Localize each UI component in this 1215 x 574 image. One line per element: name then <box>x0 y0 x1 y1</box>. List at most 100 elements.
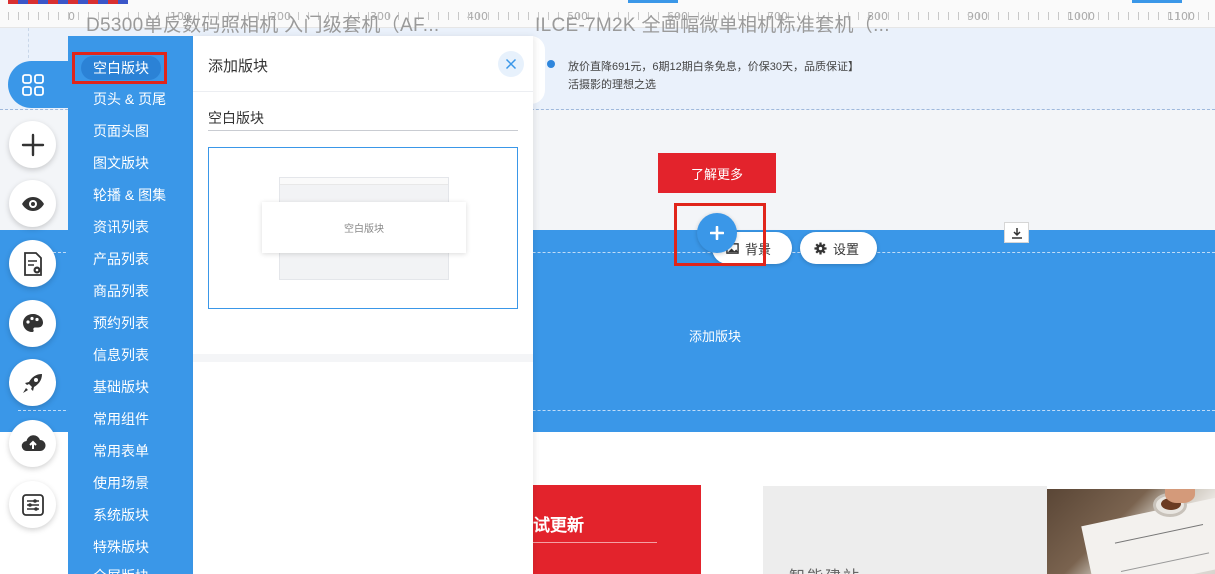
category-item-components[interactable]: 常用组件 <box>93 409 149 429</box>
ruler-tick <box>1038 12 1039 20</box>
logo-strip <box>8 0 128 4</box>
ruler-tick <box>998 12 999 20</box>
red-card-title: 试更新 <box>533 516 584 535</box>
ruler-tick <box>488 12 489 20</box>
learn-more-button[interactable]: 了解更多 <box>658 153 776 193</box>
toolbar-publish-button[interactable] <box>9 359 56 406</box>
category-item-banner[interactable]: 页面头图 <box>93 121 149 141</box>
ruler-tick <box>528 12 529 20</box>
category-item-products[interactable]: 产品列表 <box>93 249 149 269</box>
ruler-tick <box>1018 12 1019 20</box>
palette-icon <box>22 313 43 332</box>
ruler-tick <box>1008 12 1009 20</box>
product-title-1: D5300单反数码照相机 入门级套机（AF... <box>86 15 440 36</box>
download-icon <box>1011 227 1022 239</box>
add-block-placeholder[interactable]: 添加版块 <box>689 326 741 345</box>
ruler-tick <box>478 12 479 20</box>
panel-close-button[interactable] <box>498 51 524 77</box>
ruler-tick <box>458 12 459 20</box>
ruler-tick <box>898 12 899 20</box>
highlight-box-add <box>674 203 766 266</box>
toolbar-blocks-button[interactable] <box>8 61 72 108</box>
ruler-tick <box>1028 12 1029 20</box>
category-item-news[interactable]: 资讯列表 <box>93 217 149 237</box>
toolbar-settings-button[interactable] <box>9 481 56 528</box>
category-item-system[interactable]: 系统版块 <box>93 505 149 525</box>
section-title: 空白版块 <box>208 110 264 126</box>
add-block-panel: 添加版块 空白版块 空白版块 <box>193 36 533 574</box>
ruler-tick <box>1088 12 1089 20</box>
ruler-tick <box>978 12 979 20</box>
ruler-tick <box>918 12 919 20</box>
product-title-2: ILCE-7M2K 全画幅微单相机标准套机（... <box>535 15 890 36</box>
category-item-image-text[interactable]: 图文版块 <box>93 153 149 173</box>
toolbar-preview-button[interactable] <box>9 180 56 227</box>
ruler-tick <box>968 12 969 20</box>
ruler-tick <box>988 12 989 20</box>
toolbar-theme-button[interactable] <box>9 300 56 347</box>
ruler-tick <box>1148 12 1149 20</box>
rocket-icon <box>22 373 42 393</box>
ruler-tick <box>58 12 59 20</box>
close-icon <box>505 58 517 70</box>
ruler-tick <box>498 12 499 20</box>
ruler-tick <box>48 12 49 20</box>
ruler-tick <box>1198 12 1199 20</box>
category-item-special[interactable]: 特殊版块 <box>93 537 149 557</box>
ruler-label: 1000 <box>1067 10 1095 23</box>
settings-button[interactable]: 设置 <box>800 232 877 264</box>
toolbar-page-settings-button[interactable] <box>9 240 56 287</box>
ruler-tick <box>1048 12 1049 20</box>
category-item-fullscreen[interactable]: 全屏版块 <box>93 566 149 574</box>
eye-icon <box>21 196 44 211</box>
block-category-list: 空白版块 页头 & 页尾 页面头图 图文版块 轮播 & 图集 资讯列表 产品列表… <box>68 36 193 574</box>
ruler-tick <box>1158 12 1159 20</box>
ruler-tick <box>1058 12 1059 20</box>
ruler-tick <box>68 12 69 20</box>
cloud-upload-icon <box>21 434 45 451</box>
ruler-tick <box>18 12 19 20</box>
notice-dot-icon <box>547 60 555 68</box>
ruler-tick <box>1078 12 1079 20</box>
ruler-tick <box>468 12 469 20</box>
category-item-carousel[interactable]: 轮播 & 图集 <box>93 185 166 205</box>
plus-icon <box>21 133 44 156</box>
ruler-tick <box>948 12 949 20</box>
thumbnail-label: 空白版块 <box>262 202 466 253</box>
ruler-tick <box>928 12 929 20</box>
toolbar-add-button[interactable] <box>9 121 56 168</box>
ruler-tick <box>1108 12 1109 20</box>
document-gear-icon <box>23 251 42 276</box>
toolbar-upload-button[interactable] <box>9 420 56 467</box>
ruler-tick <box>1138 12 1139 20</box>
category-item-info[interactable]: 信息列表 <box>93 345 149 365</box>
category-item-booking[interactable]: 预约列表 <box>93 313 149 333</box>
ruler-tick <box>448 12 449 20</box>
category-item-forms[interactable]: 常用表单 <box>93 441 149 461</box>
gear-icon <box>814 241 827 255</box>
ruler-tick <box>28 12 29 20</box>
panel-title: 添加版块 <box>208 58 269 75</box>
desk-photo <box>1047 489 1215 574</box>
ruler-tick <box>1208 12 1209 20</box>
notice-text: 放价直降691元，6期12期白条免息，价保30天，品质保证】 <box>568 61 859 73</box>
ruler-label: 1100 <box>1167 10 1195 23</box>
ruler-tick <box>1178 12 1179 20</box>
highlight-box-category <box>72 52 167 84</box>
sliders-icon <box>21 493 44 516</box>
settings-label: 设置 <box>833 241 860 257</box>
category-item-scenes[interactable]: 使用场景 <box>93 473 149 493</box>
category-item-basic[interactable]: 基础版块 <box>93 377 149 397</box>
ruler-tick <box>1128 12 1129 20</box>
download-button[interactable] <box>1004 222 1029 243</box>
ruler-label: 0 <box>68 10 75 23</box>
ruler-tick <box>1168 12 1169 20</box>
grid-icon <box>22 73 44 96</box>
ruler-tick <box>8 12 9 20</box>
panel-header: 添加版块 <box>193 36 533 92</box>
category-item-goods[interactable]: 商品列表 <box>93 281 149 301</box>
category-item-header-footer[interactable]: 页头 & 页尾 <box>93 89 166 109</box>
blank-block-thumbnail[interactable]: 空白版块 <box>208 147 518 309</box>
grey-card-title: 智能建站 <box>789 563 861 574</box>
grey-feature-card <box>763 486 1047 574</box>
